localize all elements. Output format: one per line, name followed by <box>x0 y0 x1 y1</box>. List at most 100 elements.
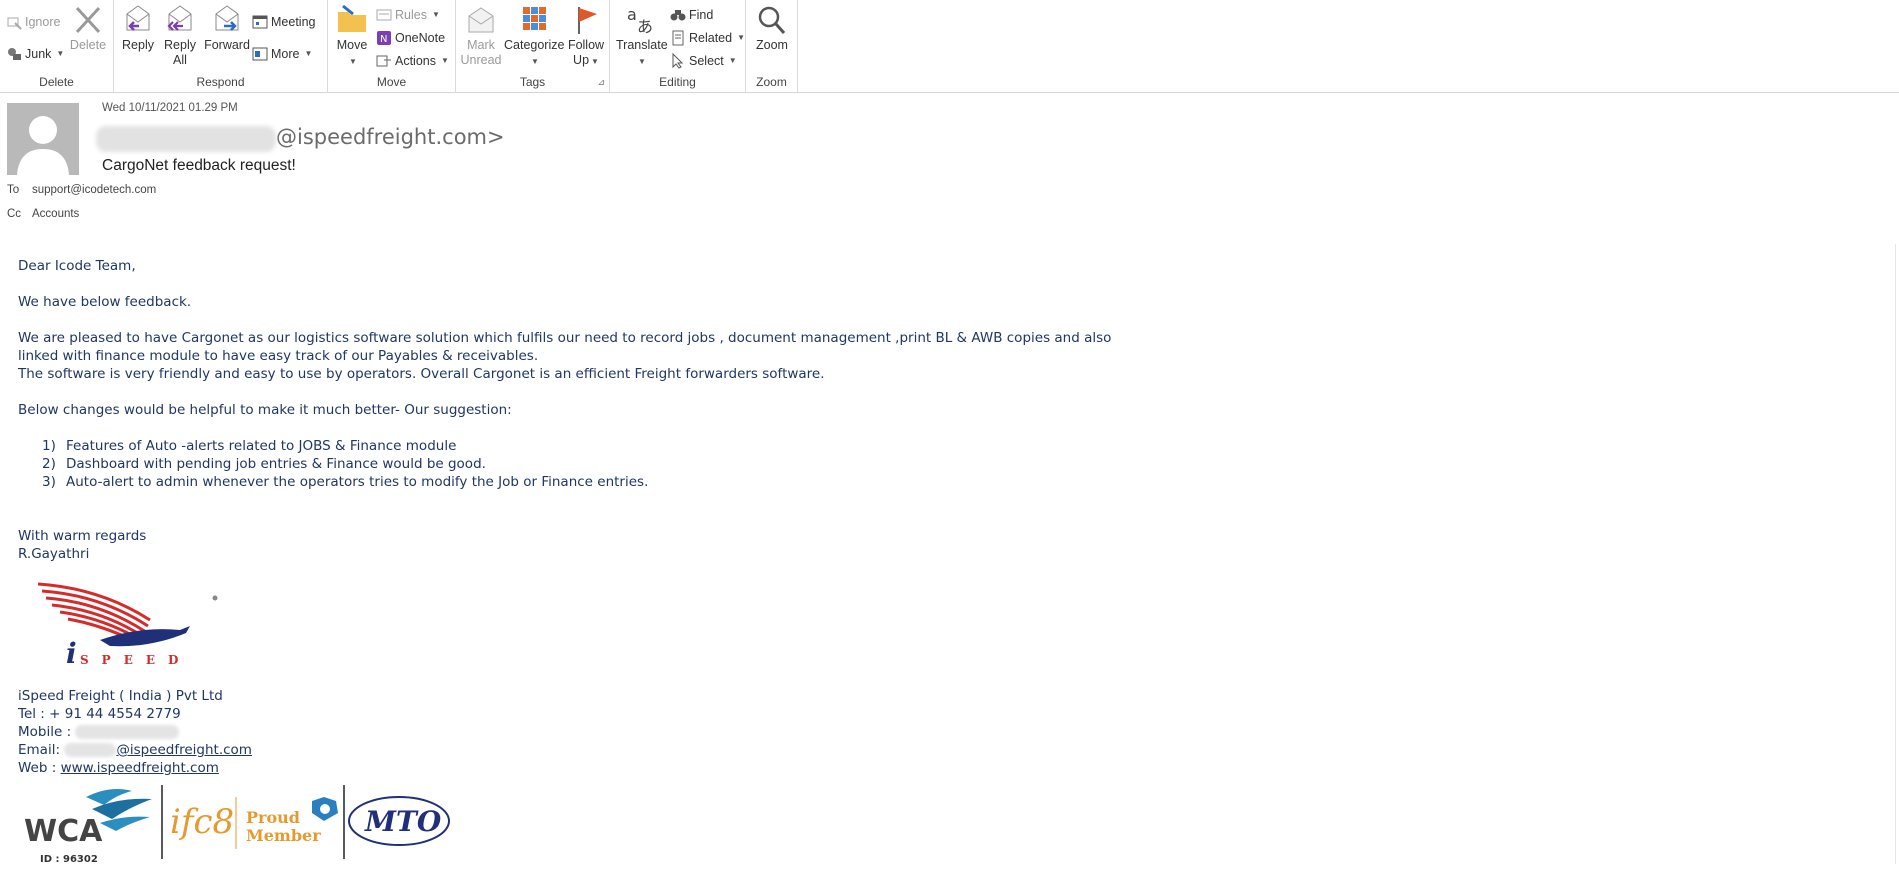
group-label-respond: Respond <box>196 75 245 89</box>
ifc8-logo: ifc8 <box>170 802 234 842</box>
find-button[interactable]: Find <box>670 5 713 25</box>
group-move: Move ▼ Rules ▼ N OneNote Actions ▼ Move <box>328 0 456 92</box>
svg-text:あ: あ <box>637 17 653 36</box>
group-label-zoom: Zoom <box>756 75 787 89</box>
list-item: Features of Auto -alerts related to JOBS… <box>66 438 457 454</box>
signature-tel: Tel : + 91 44 4554 2779 <box>18 706 181 722</box>
ifc8-text: ifc8 <box>170 802 234 842</box>
group-editing: aあ Translate ▼ Find Related ▼ Select ▼ Edit… <box>610 0 746 92</box>
mobile-number-redacted <box>75 725 180 739</box>
message-subject: CargoNet feedback request! <box>102 157 296 174</box>
mobile-label: Mobile : <box>18 724 72 740</box>
body-para1-line2: linked with finance module to have easy … <box>18 348 539 364</box>
junk-button[interactable]: Junk ▼ <box>6 44 64 64</box>
mto-logo: MTO <box>348 796 450 846</box>
wca-id: ID : 96302 <box>40 854 98 865</box>
to-line: To support@icodetech.com <box>7 184 156 196</box>
web-link[interactable]: www.ispeedfreight.com <box>61 760 219 776</box>
cc-line: Cc Accounts <box>7 208 79 220</box>
translate-button[interactable]: aあ Translate ▼ <box>616 4 668 69</box>
binoculars-icon <box>670 10 686 21</box>
mark-unread-button[interactable]: Mark Unread <box>460 4 502 68</box>
meeting-icon <box>252 15 268 29</box>
rules-button[interactable]: Rules ▼ <box>376 5 440 25</box>
magnifier-icon <box>758 6 786 34</box>
reply-icon <box>126 5 150 31</box>
ispeed-logo: i SPEED <box>37 582 218 670</box>
rules-icon <box>376 9 392 21</box>
cc-label: Cc <box>7 208 22 220</box>
reading-pane-scrollbar[interactable] <box>1895 244 1899 864</box>
wca-text: WCA <box>24 814 103 849</box>
forward-button[interactable]: Forward <box>204 4 250 53</box>
group-zoom: Zoom Zoom <box>746 0 798 92</box>
list-item-number: 1) <box>42 438 56 454</box>
related-icon <box>672 30 684 46</box>
email-link[interactable]: @ispeedfreight.com <box>116 742 252 758</box>
message-date: Wed 10/11/2021 01.29 PM <box>102 102 238 114</box>
wca-logo: WCA ID : 96302 <box>24 789 152 865</box>
group-respond: Reply Reply All Forward Meeting More ▼ Re… <box>114 0 328 92</box>
signature-mobile: Mobile : <box>18 724 180 740</box>
to-label: To <box>7 184 20 196</box>
actions-icon <box>376 55 391 67</box>
badge-icon <box>312 797 338 821</box>
signature-email: Email: @ispeedfreight.com <box>18 742 252 758</box>
follow-up-button[interactable]: Follow Up ▼ <box>566 4 606 69</box>
email-user-redacted <box>64 743 117 757</box>
body-sender-name: R.Gayathri <box>18 546 90 562</box>
list-item-number: 2) <box>42 456 56 472</box>
flag-icon <box>578 7 597 34</box>
ribbon: Ignore Junk ▼ Delete Delete Reply Reply A… <box>0 0 1899 93</box>
related-button[interactable]: Related ▼ <box>670 28 745 48</box>
group-label-tags: Tags <box>519 75 546 89</box>
body-para1-line3: The software is very friendly and easy t… <box>18 366 825 382</box>
sender-avatar <box>7 103 79 175</box>
group-label-move: Move <box>376 75 407 89</box>
list-item: Dashboard with pending job entries & Fin… <box>66 456 486 472</box>
cc-recipient[interactable]: Accounts <box>32 208 79 220</box>
list-item: Auto-alert to admin whenever the operato… <box>66 474 649 490</box>
delete-x-icon <box>75 6 101 34</box>
body-regards: With warm regards <box>18 528 147 544</box>
cursor-icon <box>672 53 684 69</box>
more-icon <box>252 47 268 61</box>
move-button[interactable]: Move ▼ <box>334 4 370 69</box>
reply-button[interactable]: Reply <box>120 4 156 53</box>
ignore-button[interactable]: Ignore <box>6 12 60 32</box>
membership-logos: WCA ID : 96302 ifc8 Proud Member MTO <box>24 785 450 865</box>
reply-all-button[interactable]: Reply All <box>160 4 200 68</box>
actions-button[interactable]: Actions ▼ <box>376 51 449 71</box>
member-text: Member <box>246 826 321 845</box>
signature-web: Web : www.ispeedfreight.com <box>18 760 219 776</box>
ignore-icon <box>7 17 22 30</box>
svg-text:a: a <box>627 5 637 24</box>
proud-text: Proud <box>246 808 300 827</box>
logo-i-letter: i <box>66 637 77 670</box>
sender-address[interactable]: @ispeedfreight.com> <box>276 125 505 149</box>
select-button[interactable]: Select ▼ <box>670 51 737 71</box>
signature-company: iSpeed Freight ( India ) Pvt Ltd <box>18 688 223 704</box>
body-para1-line1: We are pleased to have Cargonet as our l… <box>18 330 1112 346</box>
meeting-button[interactable]: Meeting <box>252 12 315 32</box>
categorize-icon <box>523 7 546 30</box>
zoom-button[interactable]: Zoom <box>752 4 792 53</box>
more-button[interactable]: More ▼ <box>252 44 312 64</box>
delete-button[interactable]: Delete <box>68 4 108 53</box>
mto-text: MTO <box>364 805 442 838</box>
group-tags: Mark Unread Categorize ▼ Follow Up ▼ ⊿ Tag… <box>456 0 610 92</box>
forward-icon <box>215 5 239 31</box>
onenote-icon: N <box>377 31 391 45</box>
logo-speed-text: SPEED <box>80 653 191 667</box>
reply-all-icon <box>167 5 192 31</box>
to-recipient[interactable]: support@icodetech.com <box>32 184 156 196</box>
person-placeholder-icon <box>7 103 79 175</box>
categorize-button[interactable]: Categorize ▼ <box>504 4 564 69</box>
translate-icon: aあ <box>627 5 653 36</box>
email-label: Email: <box>18 742 61 758</box>
body-intro: We have below feedback. <box>18 294 192 310</box>
mark-unread-icon <box>468 7 494 33</box>
group-label-editing: Editing <box>659 75 696 89</box>
onenote-button[interactable]: N OneNote <box>376 28 445 48</box>
body-greeting: Dear Icode Team, <box>18 258 136 274</box>
